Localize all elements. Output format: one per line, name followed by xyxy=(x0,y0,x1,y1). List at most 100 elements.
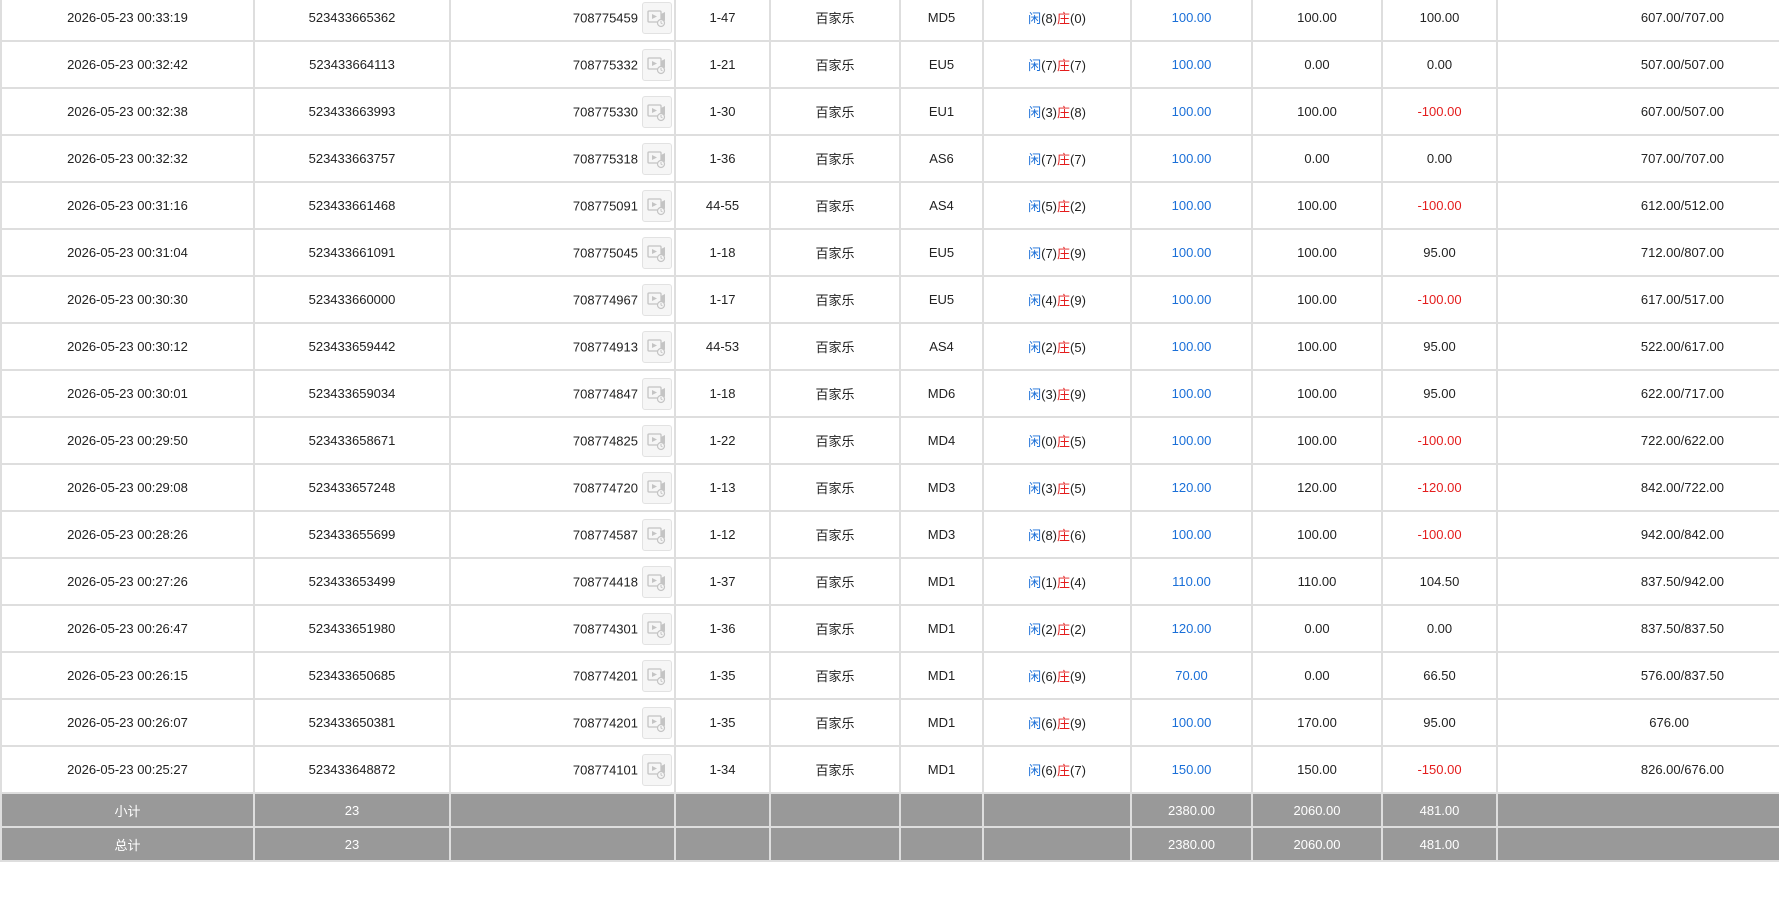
bet-amount[interactable]: 100.00 xyxy=(1130,0,1253,42)
replay-video-icon[interactable] xyxy=(642,236,672,269)
replay-video-icon[interactable] xyxy=(642,659,672,692)
bet-amount[interactable]: 100.00 xyxy=(1130,87,1253,136)
round-cell: 708774201 xyxy=(449,698,676,747)
bet-time: 2026-05-23 00:32:42 xyxy=(0,40,255,89)
round-number: 708774847 xyxy=(572,386,638,401)
bet-time: 2026-05-23 00:26:47 xyxy=(0,604,255,653)
bet-amount[interactable]: 70.00 xyxy=(1130,651,1253,700)
replay-video-icon[interactable] xyxy=(642,612,672,645)
table-row: 2026-05-23 00:26:07 523433650381 708774201… xyxy=(0,698,1779,747)
round-cell: 708774201 xyxy=(449,651,676,700)
total-empty-cell xyxy=(769,826,901,862)
banker-points: (7) xyxy=(1070,152,1086,167)
player-points: (7) xyxy=(1041,58,1057,73)
replay-video-icon[interactable] xyxy=(642,330,672,363)
bet-time: 2026-05-23 00:30:12 xyxy=(0,322,255,371)
balance-before-after: 607.00/507.00 xyxy=(1496,87,1779,136)
table-code: EU1 xyxy=(899,87,984,136)
win-loss: 104.50 xyxy=(1381,557,1498,606)
replay-video-icon[interactable] xyxy=(642,706,672,739)
bet-amount[interactable]: 100.00 xyxy=(1130,416,1253,465)
table-code: MD6 xyxy=(899,369,984,418)
bet-amount[interactable]: 100.00 xyxy=(1130,698,1253,747)
player-points: (2) xyxy=(1041,622,1057,637)
subtotal-valid: 2060.00 xyxy=(1251,792,1383,828)
banker-points: (2) xyxy=(1070,622,1086,637)
bet-amount[interactable]: 100.00 xyxy=(1130,228,1253,277)
replay-video-icon[interactable] xyxy=(642,283,672,316)
valid-bet: 100.00 xyxy=(1251,228,1383,277)
win-loss: 95.00 xyxy=(1381,228,1498,277)
replay-video-icon[interactable] xyxy=(642,48,672,81)
order-number: 523433657248 xyxy=(253,463,451,512)
bet-amount[interactable]: 100.00 xyxy=(1130,369,1253,418)
round-cell: 708775332 xyxy=(449,40,676,89)
player-label: 闲 xyxy=(1028,481,1042,496)
replay-video-icon[interactable] xyxy=(642,1,672,34)
total-empty-cell xyxy=(899,826,984,862)
round-number: 708774913 xyxy=(572,339,638,354)
replay-video-icon[interactable] xyxy=(642,95,672,128)
order-number: 523433664113 xyxy=(253,40,451,89)
win-loss: 95.00 xyxy=(1381,698,1498,747)
round-number: 708774201 xyxy=(572,715,638,730)
table-row: 2026-05-23 00:30:12 523433659442 708774913… xyxy=(0,322,1779,371)
game-type: 百家乐 xyxy=(769,557,901,606)
table-row: 2026-05-23 00:26:47 523433651980 708774301… xyxy=(0,604,1779,653)
balance-before-after: 837.50/837.50 xyxy=(1496,604,1779,653)
bet-amount[interactable]: 100.00 xyxy=(1130,181,1253,230)
win-loss: -120.00 xyxy=(1381,463,1498,512)
table-row: 2026-05-23 00:29:08 523433657248 708774720… xyxy=(0,463,1779,512)
player-points: (3) xyxy=(1041,105,1057,120)
table-row: 2026-05-23 00:28:26 523433655699 708774587… xyxy=(0,510,1779,559)
round-number: 708774720 xyxy=(572,480,638,495)
round-number: 708774825 xyxy=(572,433,638,448)
player-points: (6) xyxy=(1041,716,1057,731)
shoe-hand: 1-37 xyxy=(674,557,771,606)
subtotal-empty-cell xyxy=(1496,792,1779,828)
banker-label: 庄 xyxy=(1057,152,1071,167)
replay-video-icon[interactable] xyxy=(642,753,672,786)
round-number: 708774301 xyxy=(572,621,638,636)
bet-amount[interactable]: 100.00 xyxy=(1130,275,1253,324)
bet-amount[interactable]: 110.00 xyxy=(1130,557,1253,606)
total-empty-cell xyxy=(674,826,771,862)
player-points: (3) xyxy=(1041,481,1057,496)
banker-label: 庄 xyxy=(1057,11,1071,26)
bet-amount[interactable]: 100.00 xyxy=(1130,40,1253,89)
replay-video-icon[interactable] xyxy=(642,565,672,598)
bet-amount[interactable]: 100.00 xyxy=(1130,134,1253,183)
replay-video-icon[interactable] xyxy=(642,471,672,504)
round-cell: 708774913 xyxy=(449,322,676,371)
game-result: 闲(3)庄(9) xyxy=(982,369,1132,418)
bet-amount[interactable]: 100.00 xyxy=(1130,322,1253,371)
banker-label: 庄 xyxy=(1057,622,1071,637)
balance-before-after: 712.00/807.00 xyxy=(1496,228,1779,277)
game-type: 百家乐 xyxy=(769,416,901,465)
win-loss: -100.00 xyxy=(1381,510,1498,559)
player-label: 闲 xyxy=(1028,763,1042,778)
table-code: MD4 xyxy=(899,416,984,465)
shoe-hand: 1-30 xyxy=(674,87,771,136)
game-result: 闲(6)庄(7) xyxy=(982,745,1132,794)
banker-label: 庄 xyxy=(1057,575,1071,590)
replay-video-icon[interactable] xyxy=(642,518,672,551)
bet-amount[interactable]: 120.00 xyxy=(1130,463,1253,512)
player-label: 闲 xyxy=(1028,340,1042,355)
replay-video-icon[interactable] xyxy=(642,377,672,410)
round-cell: 708775045 xyxy=(449,228,676,277)
player-label: 闲 xyxy=(1028,528,1042,543)
game-type: 百家乐 xyxy=(769,181,901,230)
replay-video-icon[interactable] xyxy=(642,189,672,222)
player-points: (8) xyxy=(1041,528,1057,543)
table-code: MD3 xyxy=(899,463,984,512)
bet-amount[interactable]: 120.00 xyxy=(1130,604,1253,653)
replay-video-icon[interactable] xyxy=(642,142,672,175)
valid-bet: 100.00 xyxy=(1251,510,1383,559)
bet-amount[interactable]: 100.00 xyxy=(1130,510,1253,559)
bet-time: 2026-05-23 00:31:04 xyxy=(0,228,255,277)
bet-amount[interactable]: 150.00 xyxy=(1130,745,1253,794)
game-type: 百家乐 xyxy=(769,698,901,747)
replay-video-icon[interactable] xyxy=(642,424,672,457)
banker-label: 庄 xyxy=(1057,293,1071,308)
